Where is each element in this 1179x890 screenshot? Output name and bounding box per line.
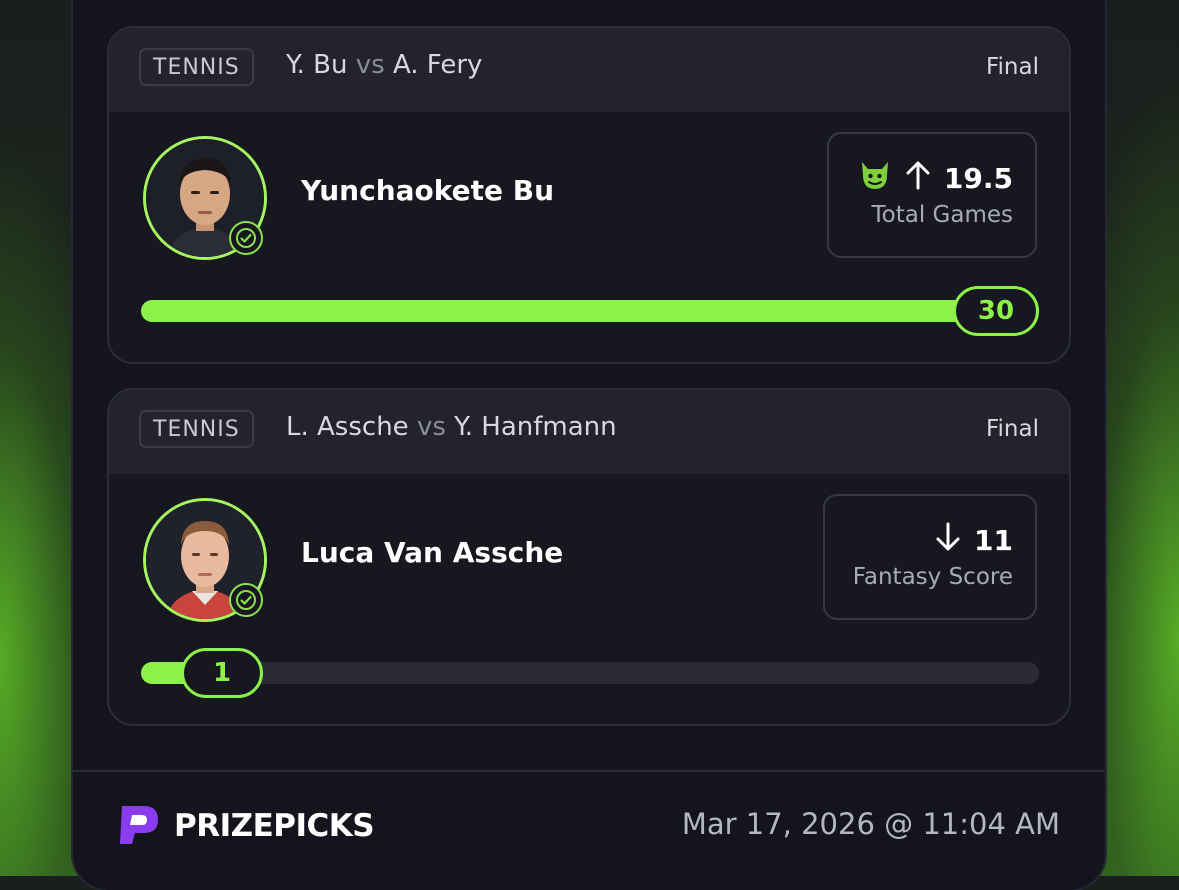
arrow-up-icon [904,160,932,197]
demon-icon [858,158,892,199]
matchup: Y. Bu vs A. Fery [286,50,482,80]
stat-type: Fantasy Score [852,564,1013,590]
progress-bar: 30 [141,286,1039,336]
player-name: Luca Van Assche [301,536,564,569]
matchup: L. Assche vs Y. Hanfmann [286,412,617,442]
check-icon [229,221,263,255]
projection-box: 19.5 Total Games [827,132,1037,258]
player-name: Yunchaokete Bu [301,174,555,207]
sport-tag: TENNIS [139,48,254,86]
arrow-down-icon [934,522,962,559]
sport-tag: TENNIS [139,410,254,448]
progress-fill [141,300,1039,322]
pick-card-2[interactable]: TENNIS L. Assche vs Y. Hanfmann Final Lu… [107,388,1071,726]
line-value: 19.5 [943,161,1013,195]
pick-card-1[interactable]: TENNIS Y. Bu vs A. Fery Final Yunchaoket… [107,26,1071,364]
projection-box: 11 Fantasy Score [823,494,1037,620]
team-1: L. Assche [286,412,409,442]
brand-name: PRIZEPICKS [174,808,375,844]
projection-line: 11 [934,520,1013,560]
team-2: Y. Hanfmann [454,412,617,442]
check-icon [229,583,263,617]
brand-logo: PRIZEPICKS [116,802,375,850]
team-1: Y. Bu [286,50,348,80]
card-header: TENNIS Y. Bu vs A. Fery Final [109,28,1069,112]
card-header: TENNIS L. Assche vs Y. Hanfmann Final [109,390,1069,474]
progress-bar: 1 [141,648,1039,698]
game-status: Final [985,54,1039,80]
vs-label: vs [416,412,446,442]
team-2: A. Fery [392,50,483,80]
result-bubble: 30 [953,286,1039,336]
prizepicks-logo-icon [116,802,162,850]
projection-line: 19.5 [858,158,1013,198]
result-bubble: 1 [181,648,263,698]
timestamp: Mar 17, 2026 @ 11:04 AM [681,807,1060,841]
stat-type: Total Games [871,202,1013,228]
vs-label: vs [355,50,385,80]
footer-divider [73,770,1105,772]
game-status: Final [985,416,1039,442]
line-value: 11 [974,523,1013,557]
